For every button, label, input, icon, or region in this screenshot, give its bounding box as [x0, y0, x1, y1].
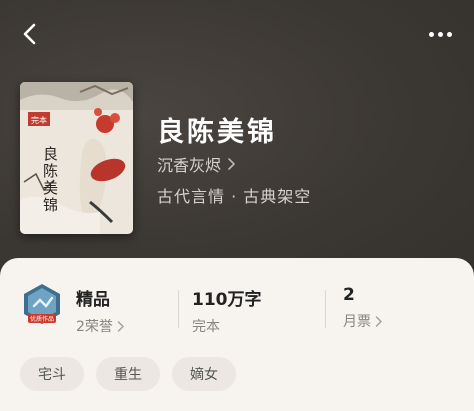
chevron-right-icon	[375, 315, 382, 327]
book-genre: 古代言情 · 古典架空	[157, 187, 312, 206]
quality-label: 精品	[76, 290, 110, 310]
completion-status: 完本	[192, 319, 220, 335]
quality-badge-icon: 优质作品	[20, 282, 64, 326]
monthly-ticket-stat[interactable]: 2 月票	[343, 285, 382, 331]
author-name: 沉香灰烬	[157, 156, 222, 175]
more-dot	[446, 31, 452, 37]
more-dots-icon	[428, 31, 434, 37]
word-count: 110万字	[192, 290, 262, 310]
author-link[interactable]: 沉香灰烬	[157, 152, 235, 176]
cover-title-text: 良陈美锦	[41, 146, 59, 214]
honor-count: 2荣誉	[76, 319, 113, 335]
back-button[interactable]	[16, 20, 44, 48]
ticket-count: 2	[343, 285, 355, 305]
chevron-left-icon	[23, 23, 36, 45]
badge-label: 优质作品	[30, 315, 54, 323]
word-count-stat: 110万字 完本	[192, 285, 262, 336]
tag-item[interactable]: 嫡女	[172, 357, 236, 391]
more-dot	[437, 31, 443, 37]
quality-stat[interactable]: 精品 2荣誉	[76, 285, 124, 336]
stat-divider	[178, 290, 179, 328]
stat-divider	[325, 290, 326, 328]
book-cover[interactable]: 完本 良陈美锦	[20, 82, 133, 234]
book-title: 良陈美锦	[157, 117, 277, 148]
chevron-right-icon	[117, 320, 124, 332]
ticket-label: 月票	[343, 314, 371, 330]
chevron-right-icon	[228, 158, 235, 170]
cover-badge-text: 完本	[31, 115, 47, 125]
more-button[interactable]	[424, 22, 456, 46]
tag-list: 宅斗 重生 嫡女	[20, 357, 236, 391]
tag-item[interactable]: 宅斗	[20, 357, 84, 391]
tag-item[interactable]: 重生	[96, 357, 160, 391]
